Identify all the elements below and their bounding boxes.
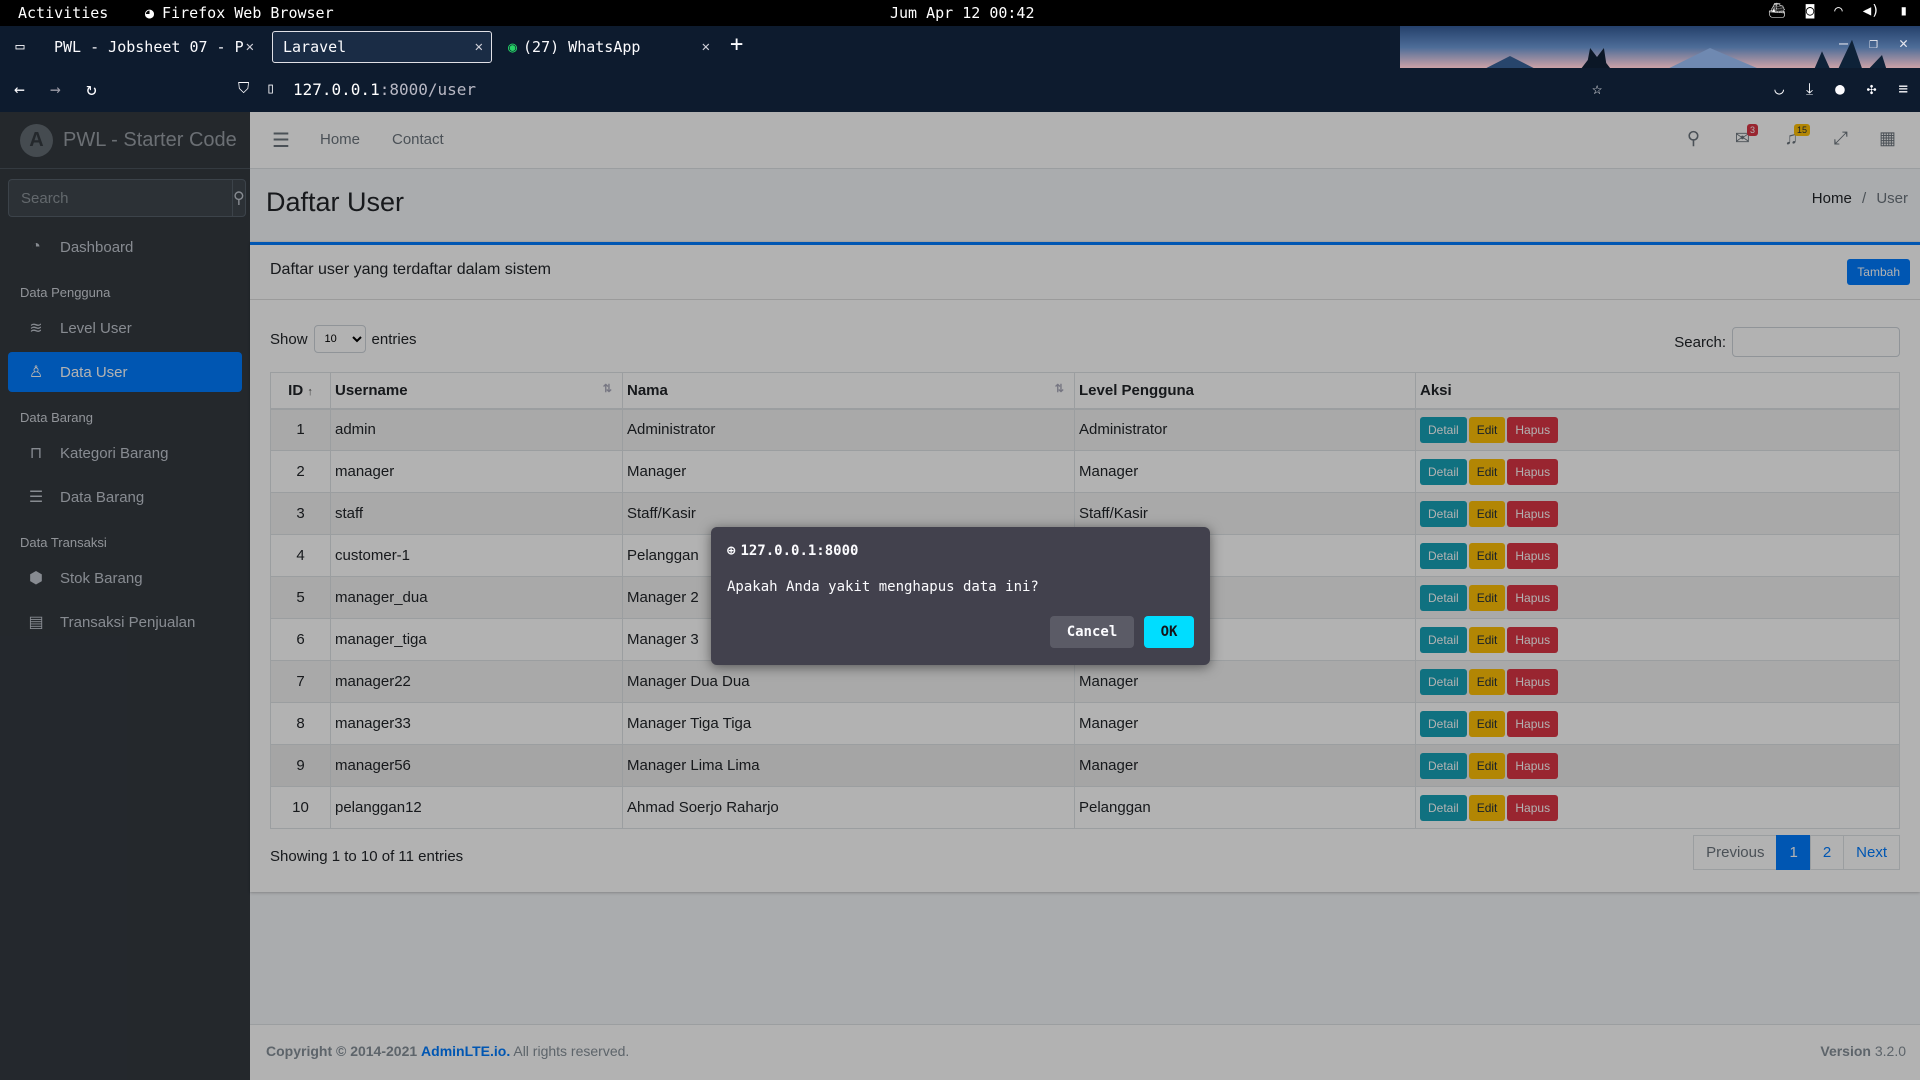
app-name: Firefox Web Browser <box>162 4 334 22</box>
minimize-icon[interactable]: — <box>1839 34 1848 52</box>
restore-icon[interactable]: ❐ <box>1869 34 1878 52</box>
clock[interactable]: Jum Apr 12 00:42 <box>890 4 1035 22</box>
close-window-icon[interactable]: ✕ <box>1899 34 1908 52</box>
browser-tab-3[interactable]: ◉ (27) WhatsApp ✕ <box>498 31 718 63</box>
close-tab-icon[interactable]: ✕ <box>475 39 483 55</box>
whatsapp-icon: ◉ <box>508 38 518 56</box>
tab-label: PWL - Jobsheet 07 - P <box>54 38 244 56</box>
volume-icon[interactable]: ◀) <box>1863 3 1880 19</box>
close-tab-icon[interactable]: ✕ <box>246 39 254 55</box>
extensions-icon[interactable]: ✣ <box>1867 79 1877 99</box>
wifi-icon[interactable]: ◠ <box>1834 3 1842 19</box>
browser-tab-2[interactable]: Laravel ✕ <box>272 31 492 63</box>
system-tray[interactable]: ⛴ ◙ ◠ ◀) ▮ <box>1768 3 1908 19</box>
menu-icon[interactable]: ≡ <box>1898 79 1908 99</box>
new-tab-icon[interactable]: + <box>730 32 743 57</box>
dialog-message: Apakah Anda yakit menghapus data ini? <box>727 579 1039 595</box>
docker-icon[interactable]: ⛴ <box>1768 3 1786 19</box>
pocket-icon[interactable]: ◡ <box>1774 79 1784 99</box>
browser-tab-1[interactable]: PWL - Jobsheet 07 - P ✕ <box>44 31 262 63</box>
battery-icon[interactable]: ▮ <box>1900 3 1908 19</box>
tab-label: Laravel <box>283 38 347 56</box>
account-icon[interactable]: ● <box>1835 79 1845 99</box>
url-path: :8000/user <box>379 80 477 99</box>
ok-button[interactable]: OK <box>1144 616 1194 648</box>
bookmark-star-icon[interactable]: ☆ <box>1592 79 1602 99</box>
shield-icon[interactable]: ⛉ <box>238 79 249 97</box>
browser-tab-bar: ▭ PWL - Jobsheet 07 - P ✕ Laravel ✕ ◉ (2… <box>0 26 1920 68</box>
reload-icon[interactable]: ↻ <box>86 79 97 100</box>
dialog-origin: 127.0.0.1:8000 <box>740 543 859 559</box>
app-menu[interactable]: ◕ Firefox Web Browser <box>145 4 334 22</box>
activities-button[interactable]: Activities <box>18 4 108 22</box>
browser-toolbar-icons: ◡ ⤓ ● ✣ ≡ <box>1774 79 1908 99</box>
back-icon[interactable]: ← <box>14 79 25 100</box>
url-bar[interactable]: 127.0.0.1:8000/user <box>293 80 476 99</box>
firefox-icon: ◕ <box>145 4 155 22</box>
dialog-title: ⊕ 127.0.0.1:8000 <box>727 543 858 559</box>
globe-icon: ⊕ <box>727 543 736 559</box>
discord-icon[interactable]: ◙ <box>1806 3 1814 19</box>
downloads-icon[interactable]: ⤓ <box>1806 79 1813 99</box>
tab-list-icon[interactable]: ▭ <box>8 34 32 58</box>
url-host: 127.0.0.1 <box>293 80 380 99</box>
browser-nav-bar: ← → ↻ ⛉ ▯ 127.0.0.1:8000/user ☆ ◡ ⤓ ● ✣ … <box>0 68 1920 112</box>
close-tab-icon[interactable]: ✕ <box>702 39 710 55</box>
forward-icon[interactable]: → <box>50 79 61 100</box>
page-icon: ▯ <box>266 79 276 97</box>
cancel-button[interactable]: Cancel <box>1050 616 1134 648</box>
confirm-dialog: ⊕ 127.0.0.1:8000 Apakah Anda yakit mengh… <box>711 527 1210 665</box>
system-top-bar: Activities ◕ Firefox Web Browser Jum Apr… <box>0 0 1920 26</box>
tab-label: (27) WhatsApp <box>523 38 641 56</box>
